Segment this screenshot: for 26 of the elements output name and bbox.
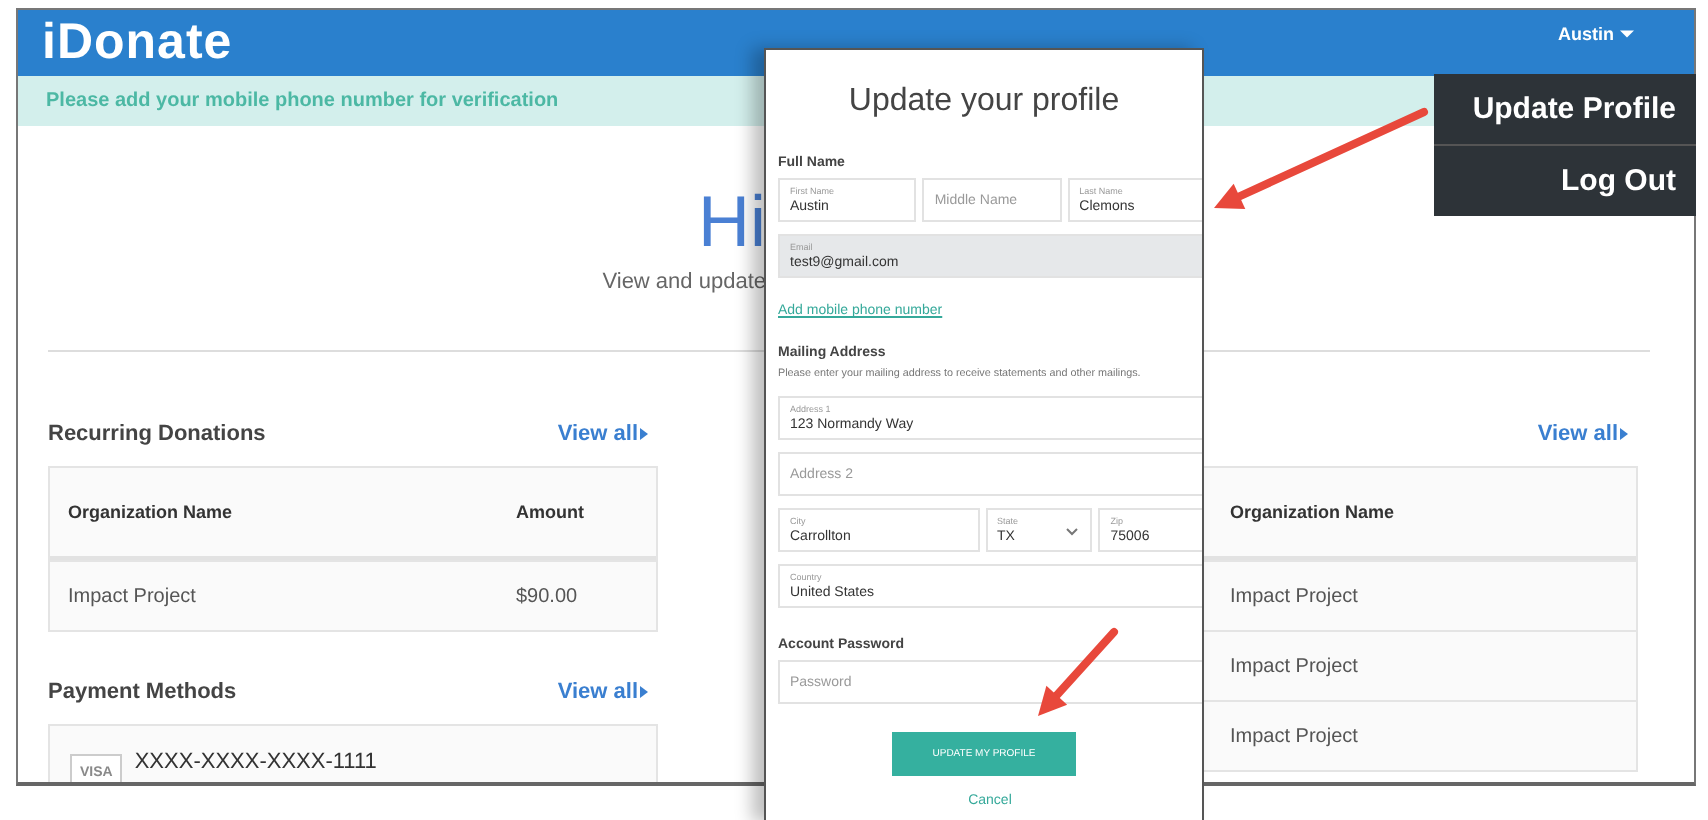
dialog-title: Update your profile [846,82,1122,122]
arrow [1038,628,1118,716]
view-all-link[interactable]: View all [557,680,648,704]
table-cell-text: Impact Project [1228,585,1360,607]
view-all-link[interactable]: View all [1537,422,1628,446]
triangle-right-icon [1620,428,1628,440]
logo[interactable]: iDonate [42,14,233,72]
table-cell-text: Impact Project [1228,655,1360,677]
section-title: Payment Methods [48,680,237,704]
triangle-right-icon [640,428,648,440]
column-header: Amount [514,502,586,522]
greeting-subtitle: View and update [602,268,766,296]
table-cell-text: $90.00 [514,585,580,607]
card-number: XXXX-XXXX-XXXX-1111 [134,750,377,774]
user-menu-button[interactable]: Austin [1558,23,1634,43]
column-header: Organization Name [66,502,235,522]
triangle-right-icon [640,686,648,698]
table-cell-text: Impact Project [1228,725,1360,747]
chevron-down-icon [1066,528,1079,536]
caret-icon [1620,29,1634,37]
view-all-link[interactable]: View all [557,422,648,446]
column-header: Organization Name [1228,502,1397,522]
table-cell-text: Impact Project [66,585,198,607]
greeting-title: Hi [698,182,766,262]
section-title: Recurring Donations [48,422,266,446]
menu-item[interactable]: Log Out [1434,144,1696,216]
